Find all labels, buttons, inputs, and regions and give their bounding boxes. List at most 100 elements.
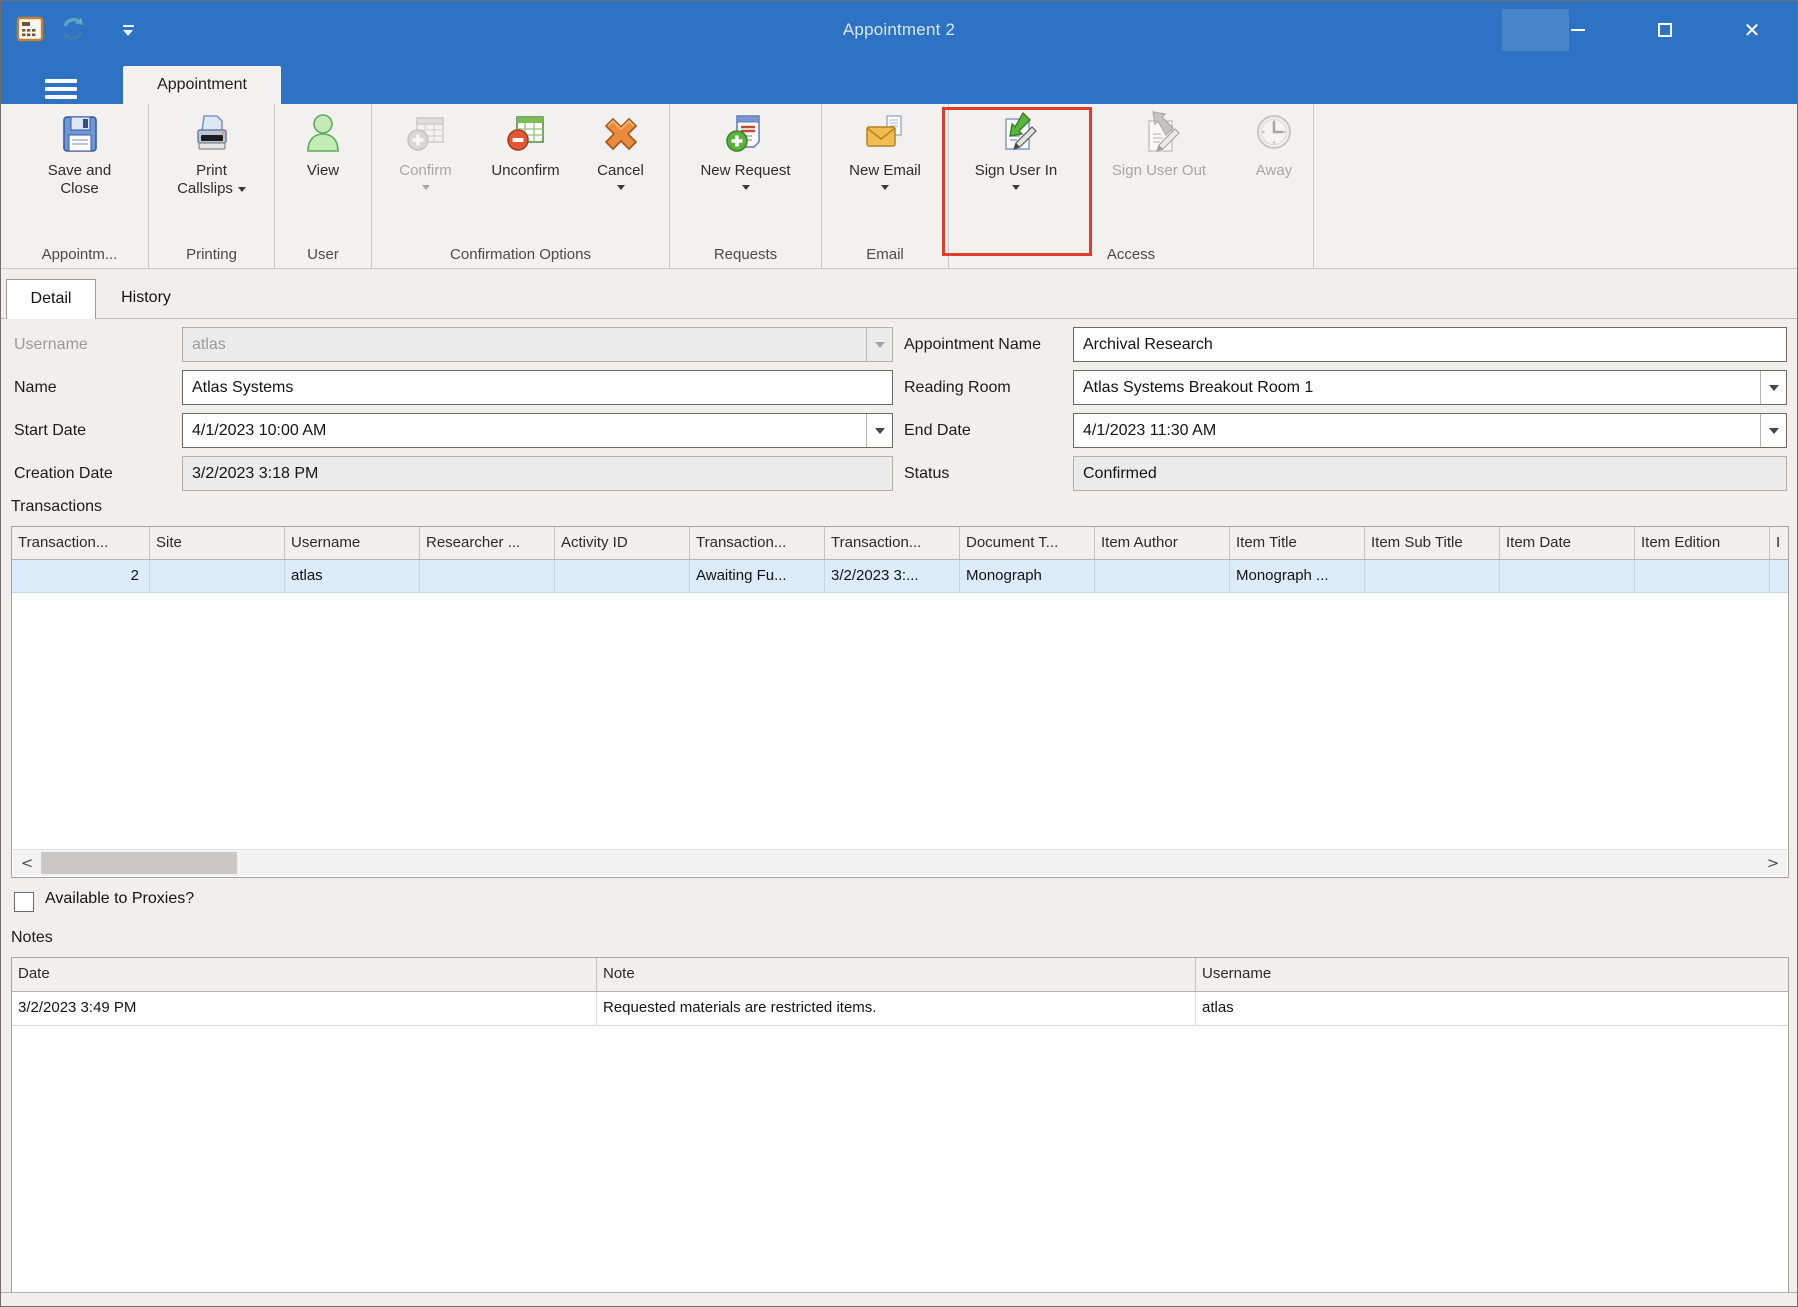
printer-icon — [189, 111, 235, 157]
group-label-appointment: Appointm... — [11, 246, 148, 263]
dropdown-caret-icon — [422, 185, 430, 190]
cell-extra — [1770, 560, 1788, 593]
hamburger-icon — [45, 79, 77, 83]
header-cell[interactable]: Document T... — [960, 527, 1095, 559]
appointment-name-field[interactable]: Archival Research — [1073, 327, 1787, 362]
person-icon — [300, 111, 346, 157]
header-cell[interactable]: Username — [1196, 958, 1788, 991]
maximize-button[interactable] — [1640, 13, 1690, 47]
header-cell[interactable]: I — [1770, 527, 1788, 559]
creation-date-label: Creation Date — [14, 456, 174, 491]
group-label-confirmation-options: Confirmation Options — [372, 246, 669, 263]
window-bottom-edge — [1, 1292, 1797, 1306]
username-field: atlas — [182, 327, 893, 362]
name-field[interactable]: Atlas Systems — [182, 370, 893, 405]
cell-transaction-number: 2 — [12, 560, 150, 593]
header-cell[interactable]: Item Edition — [1635, 527, 1770, 559]
group-label-user: User — [275, 246, 371, 263]
start-date-field[interactable]: 4/1/2023 10:00 AM — [182, 413, 893, 448]
header-cell[interactable]: Transaction... — [690, 527, 825, 559]
header-cell[interactable]: Username — [285, 527, 420, 559]
appointment-name-label: Appointment Name — [904, 327, 1066, 362]
header-cell[interactable]: Date — [12, 958, 597, 991]
tabstrip-divider — [1, 318, 1797, 319]
header-cell[interactable]: Transaction... — [12, 527, 150, 559]
new-email-button[interactable]: New Email — [830, 109, 940, 190]
scrollbar-thumb[interactable] — [41, 852, 237, 874]
header-cell[interactable]: Item Sub Title — [1365, 527, 1500, 559]
chevron-down-icon — [866, 328, 892, 361]
cell-username: atlas — [285, 560, 420, 593]
cell-researcher — [420, 560, 555, 593]
group-label-printing: Printing — [149, 246, 274, 263]
username-label: Username — [14, 327, 174, 362]
minimize-icon — [1571, 29, 1585, 31]
view-button[interactable]: View — [285, 109, 361, 180]
header-cell[interactable]: Note — [597, 958, 1196, 991]
header-cell[interactable]: Site — [150, 527, 285, 559]
dropdown-caret-icon — [617, 185, 625, 190]
end-date-label: End Date — [904, 413, 1066, 448]
scroll-left-icon[interactable]: < — [15, 850, 39, 876]
cell-note-text: Requested materials are restricted items… — [597, 992, 1196, 1026]
clock-icon — [1251, 111, 1297, 157]
cell-item-sub-title — [1365, 560, 1500, 593]
cell-item-date — [1500, 560, 1635, 593]
unconfirm-button[interactable]: Unconfirm — [476, 109, 576, 190]
ribbon-group-requests: New Request Requests — [670, 104, 822, 268]
ribbon-group-user: View User — [275, 104, 372, 268]
chevron-down-icon[interactable] — [866, 414, 892, 447]
chevron-down-icon[interactable] — [1760, 414, 1786, 447]
reading-room-field[interactable]: Atlas Systems Breakout Room 1 — [1073, 370, 1787, 405]
sign-user-in-highlight-box — [942, 107, 1092, 256]
ribbon-tab-row: Appointment — [1, 66, 1797, 104]
name-label: Name — [14, 370, 174, 405]
print-callslips-button[interactable]: Print Callslips — [154, 109, 270, 198]
ribbon-group-printing: Print Callslips Printing — [149, 104, 275, 268]
header-cell[interactable]: Activity ID — [555, 527, 690, 559]
status-label: Status — [904, 456, 1066, 491]
header-cell[interactable]: Transaction... — [825, 527, 960, 559]
cell-item-author — [1095, 560, 1230, 593]
new-request-button[interactable]: New Request — [678, 109, 814, 190]
horizontal-scrollbar[interactable]: < > — [13, 849, 1787, 876]
dropdown-caret-icon — [742, 185, 750, 190]
ribbon-group-appointment: Save and Close Appointm... — [11, 104, 149, 268]
sign-out-document-icon — [1136, 111, 1182, 157]
ribbon-group-confirmation-options: Confirm Unconfirm — [372, 104, 670, 268]
available-to-proxies-checkbox[interactable] — [14, 892, 34, 912]
cell-transaction-date: 3/2/2023 3:... — [825, 560, 960, 593]
header-cell[interactable]: Item Title — [1230, 527, 1365, 559]
maximize-icon — [1658, 23, 1672, 37]
start-date-label: Start Date — [14, 413, 174, 448]
chevron-down-icon[interactable] — [1760, 371, 1786, 404]
transactions-section-label: Transactions — [11, 498, 102, 516]
floppy-disk-icon — [57, 111, 103, 157]
notes-section-label: Notes — [11, 929, 53, 947]
minimize-button[interactable] — [1553, 13, 1603, 47]
menu-button[interactable] — [29, 74, 93, 104]
close-button[interactable]: ✕ — [1727, 13, 1777, 47]
grid-plus-icon — [403, 111, 449, 157]
creation-date-field: 3/2/2023 3:18 PM — [182, 456, 893, 491]
cell-transaction-status: Awaiting Fu... — [690, 560, 825, 593]
ribbon-group-access: Sign User In Sign User Out — [949, 104, 1314, 268]
note-row[interactable]: 3/2/2023 3:49 PM Requested materials are… — [12, 992, 1788, 1026]
scroll-right-icon[interactable]: > — [1761, 850, 1785, 876]
end-date-field[interactable]: 4/1/2023 11:30 AM — [1073, 413, 1787, 448]
header-cell[interactable]: Item Author — [1095, 527, 1230, 559]
cancel-button[interactable]: Cancel — [582, 109, 660, 190]
header-cell[interactable]: Researcher ... — [420, 527, 555, 559]
confirm-button: Confirm — [382, 109, 470, 190]
tab-appointment[interactable]: Appointment — [123, 66, 281, 104]
tab-history[interactable]: History — [98, 279, 194, 319]
tab-detail[interactable]: Detail — [6, 279, 96, 319]
transaction-row[interactable]: 2 atlas Awaiting Fu... 3/2/2023 3:... Mo… — [12, 560, 1788, 593]
group-label-requests: Requests — [670, 246, 821, 263]
away-button: Away — [1235, 109, 1313, 190]
header-cell[interactable]: Item Date — [1500, 527, 1635, 559]
available-to-proxies-label: Available to Proxies? — [45, 890, 194, 908]
document-plus-icon — [723, 111, 769, 157]
status-field: Confirmed — [1073, 456, 1787, 491]
save-and-close-button[interactable]: Save and Close — [24, 109, 136, 198]
